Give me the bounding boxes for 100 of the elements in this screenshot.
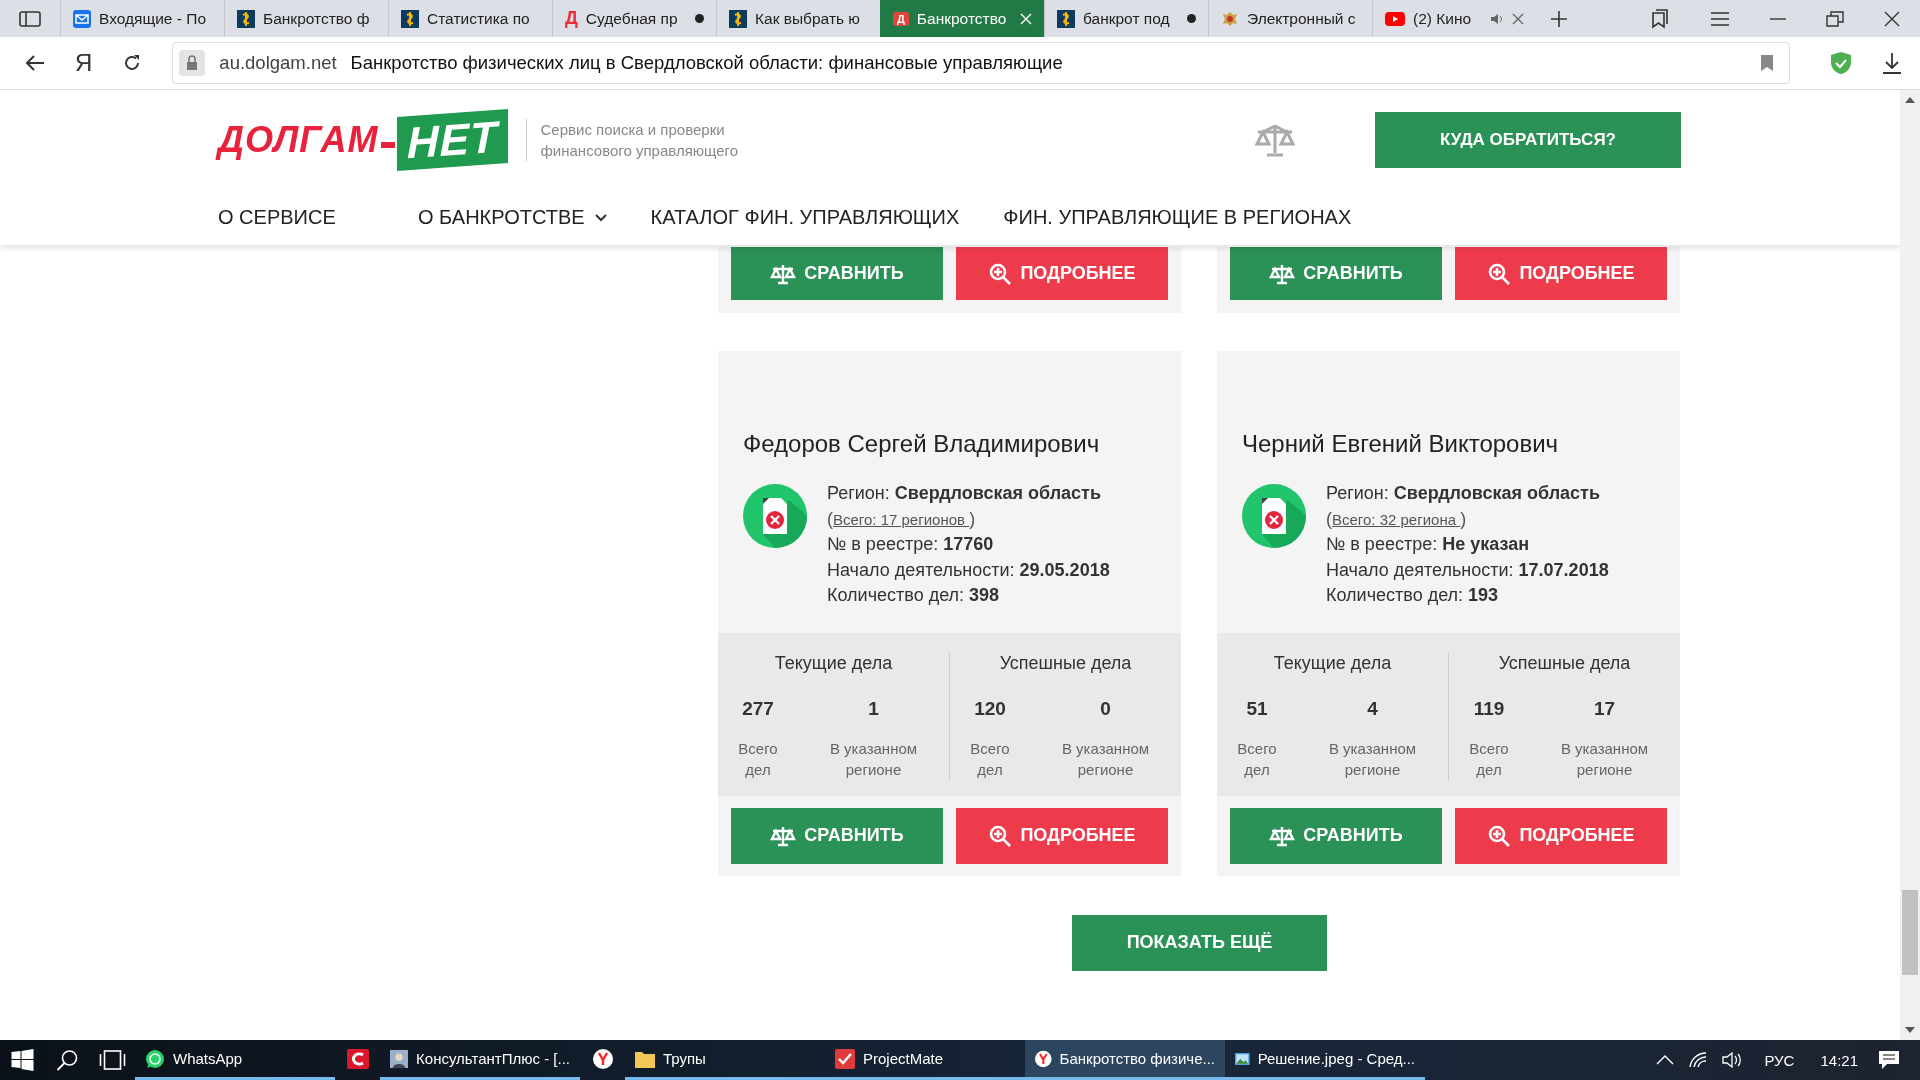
sidebar-icon[interactable] [19, 10, 41, 27]
coin-icon [1057, 9, 1075, 28]
minimize-icon[interactable] [1770, 17, 1786, 20]
wifi-icon[interactable] [1688, 1051, 1709, 1069]
download-icon[interactable] [1882, 52, 1902, 74]
document-error-icon [1242, 484, 1306, 548]
tab-title: Банкротство [916, 9, 1008, 28]
compare-button[interactable]: СРАВНИТЬ [731, 807, 943, 864]
stat-value: 1 [867, 697, 880, 720]
nav-link[interactable]: О СЕРВИСЕ [218, 206, 374, 229]
app-icon [346, 1048, 369, 1069]
taskbar-label: Решение.jpeg - Сред... [1257, 1050, 1415, 1067]
new-tab-icon[interactable] [1550, 9, 1568, 28]
menu-icon[interactable] [1710, 11, 1730, 26]
bookmarks-icon[interactable] [1650, 8, 1670, 29]
taskbar-item[interactable]: WhatsApp [135, 1040, 335, 1080]
details-button[interactable]: ПОДРОБНЕЕ [956, 807, 1168, 864]
stats-title: Успешные дела [1497, 652, 1632, 674]
nav-link[interactable]: ФИН. УПРАВЛЯЮЩИЕ В РЕГИОНАХ [1003, 206, 1352, 229]
scroll-up-icon[interactable] [1905, 96, 1915, 104]
taskbar-item[interactable]: КонсультантПлюс - [... [380, 1040, 580, 1080]
unsaved-dot [695, 14, 704, 23]
taskbar-label: КонсультантПлюс - [... [416, 1050, 570, 1067]
stat-label: Всего дел [1469, 738, 1509, 780]
scroll-thumb[interactable] [1902, 890, 1918, 975]
manager-name[interactable]: Черний Евгений Викторович [1217, 351, 1680, 461]
stat-label: В указанном регионе [1327, 738, 1418, 780]
paren: ) [969, 508, 976, 529]
taskbar-label: WhatsApp [173, 1050, 243, 1067]
compare-button[interactable]: СРАВНИТЬ [731, 247, 943, 300]
restore-icon[interactable] [1826, 10, 1844, 27]
manager-detail: № в реестре: 17760 [827, 533, 995, 556]
scroll-down-icon[interactable] [1905, 1026, 1915, 1034]
compare-button[interactable]: СРАВНИТЬ [1230, 247, 1442, 300]
bookmark-icon[interactable] [1761, 55, 1773, 71]
mail-icon [73, 9, 91, 28]
paren: ( [1326, 508, 1332, 529]
stat-value: 119 [1472, 697, 1506, 720]
folder-icon [635, 1049, 655, 1068]
stats-title: Текущие дела [1272, 652, 1393, 674]
tab-title: (2) Кино [1413, 9, 1473, 28]
tab-title: Судебная пр [585, 9, 679, 28]
scales-icon [770, 824, 797, 847]
taskbar-label: Банкротство физиче... [1059, 1050, 1215, 1067]
details-button[interactable]: ПОДРОБНЕЕ [1455, 807, 1667, 864]
taskbar-item[interactable]: Банкротство физиче... [1025, 1040, 1225, 1080]
notification-icon[interactable] [1878, 1050, 1900, 1070]
details-button[interactable]: ПОДРОБНЕЕ [956, 247, 1168, 300]
zoom-in-icon [988, 823, 1013, 848]
stat-label: В указанном регионе [1559, 738, 1650, 780]
chat-bubble-icon [145, 1048, 165, 1069]
details-button[interactable]: ПОДРОБНЕЕ [1455, 247, 1667, 300]
regions-link[interactable]: Всего: 32 региона [1332, 510, 1461, 528]
favicon-letter: Д [565, 8, 578, 29]
scrollbar[interactable] [1900, 90, 1920, 1040]
stat-label: В указанном регионе [1060, 738, 1151, 780]
zoom-in-icon [988, 261, 1013, 286]
nav-link[interactable]: КАТАЛОГ ФИН. УПРАВЛЯЮЩИХ [650, 206, 960, 229]
stat-value: 120 [973, 697, 1007, 720]
browser-icon [592, 1048, 613, 1069]
zoom-in-icon [1487, 823, 1512, 848]
regions-link[interactable]: Всего: 17 регионов [833, 510, 970, 528]
tab-title: Как выбрать ю [755, 9, 861, 28]
manager-detail: Количество дел: 398 [827, 584, 1001, 607]
taskbar-item[interactable]: Трупы [625, 1040, 825, 1080]
home-button[interactable]: Я [75, 49, 93, 77]
manager-detail: № в реестре: Не указан [1326, 533, 1531, 556]
coin-icon [401, 9, 419, 28]
shield-icon[interactable] [1830, 51, 1852, 75]
stat-value: 51 [1245, 697, 1269, 720]
page-title: Банкротство физических лиц в Свердловской области: финансовые управляющие [350, 52, 1063, 74]
browser-tab[interactable]: Д Банкротство [880, 0, 1044, 37]
stat-value: 0 [1099, 697, 1112, 720]
tab-title: Входящие - По [99, 9, 208, 28]
close-icon[interactable] [1884, 10, 1900, 27]
tab-title: Статистика по [427, 9, 531, 28]
stat-value: 4 [1366, 697, 1379, 720]
play-icon [1385, 11, 1405, 26]
taskbar-label: ProjectMate [863, 1050, 944, 1067]
load-more-button[interactable]: ПОКАЗАТЬ ЕЩЁ [1072, 914, 1327, 971]
stat-label: Всего дел [1237, 738, 1277, 780]
language-indicator[interactable]: РУС [1758, 1051, 1801, 1069]
site-favicon: Д [893, 11, 909, 26]
taskbar-item[interactable]: Решение.jpeg - Сред... [1225, 1040, 1425, 1080]
chevron-up-icon[interactable] [1656, 1055, 1675, 1065]
cta-button[interactable]: КУДА ОБРАТИТЬСЯ? [1375, 112, 1681, 168]
tab-title: Электронный с [1247, 9, 1357, 28]
stat-value: 17 [1592, 697, 1617, 720]
clock[interactable]: 14:21 [1814, 1051, 1864, 1069]
stats-title: Успешные дела [998, 652, 1133, 674]
address-field[interactable]: au.dolgam.net Банкротство физических лиц в Свердловской области: финансовые управляющие [172, 42, 1790, 84]
document-error-icon [743, 484, 807, 548]
close-icon[interactable] [1512, 12, 1524, 25]
unsaved-dot [1187, 14, 1196, 23]
nav-link[interactable]: О БАНКРОТСТВЕ [418, 206, 607, 229]
manager-detail: Начало деятельности: 29.05.2018 [827, 558, 1110, 582]
stat-label: В указанном регионе [828, 738, 919, 780]
compare-button[interactable]: СРАВНИТЬ [1230, 807, 1442, 864]
manager-name[interactable]: Федоров Сергей Владимирович [718, 351, 1181, 461]
back-icon[interactable] [25, 54, 45, 72]
